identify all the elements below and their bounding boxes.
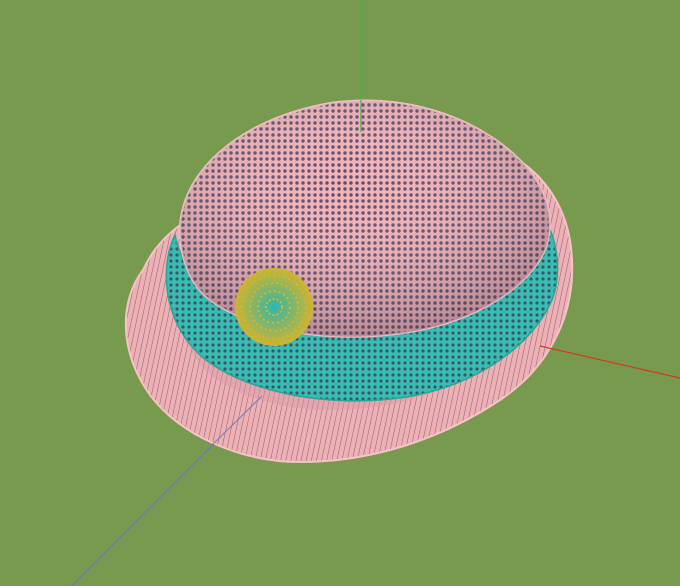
scene-canvas[interactable] [0, 0, 680, 586]
3d-viewport[interactable] [0, 0, 680, 586]
hat-button [235, 268, 313, 346]
x-axis-line [539, 345, 680, 379]
